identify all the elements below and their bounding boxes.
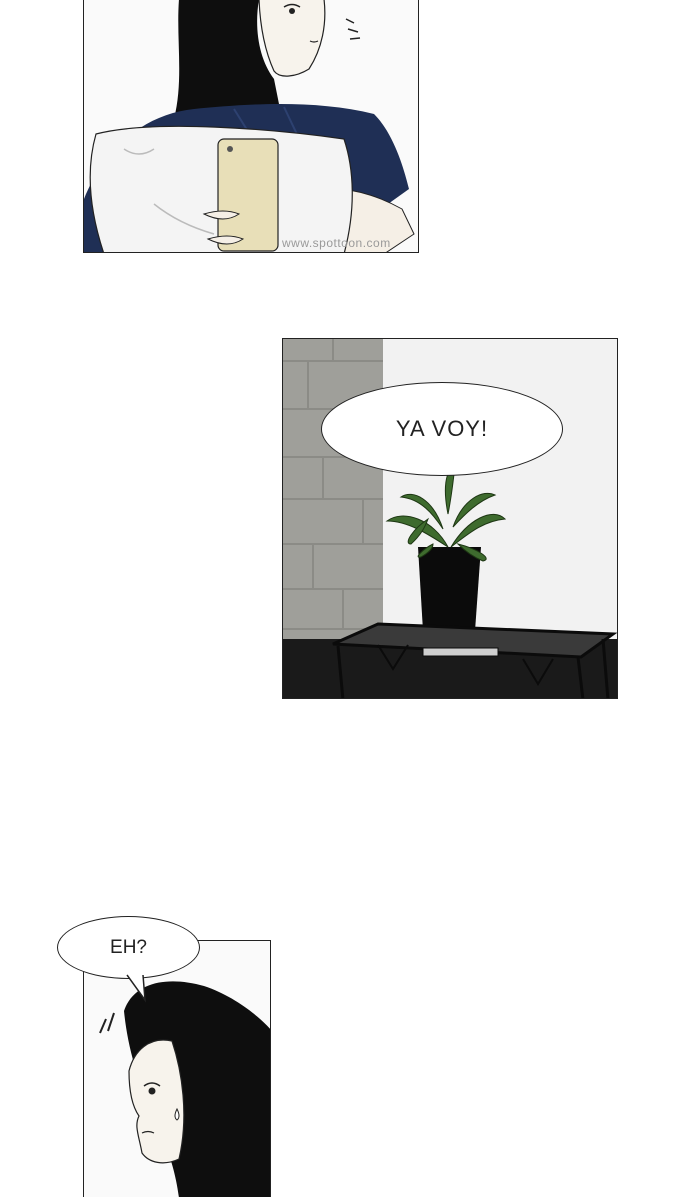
speech-bubble-ya-voy: YA VOY! bbox=[321, 382, 563, 476]
panel-girl-surprised-art bbox=[99, 981, 270, 1197]
panel-girl-with-phone bbox=[83, 0, 419, 253]
speech-bubble-eh-tail bbox=[126, 974, 146, 1003]
watermark-text: www.spottoon.com bbox=[282, 236, 391, 250]
panel-girl-surprised bbox=[83, 940, 271, 1197]
speech-text-eh: EH? bbox=[110, 936, 147, 958]
panel-girl-with-phone-art bbox=[84, 0, 415, 252]
speech-text-ya-voy: YA VOY! bbox=[395, 416, 489, 441]
speech-bubble-eh: EH? bbox=[57, 916, 200, 979]
